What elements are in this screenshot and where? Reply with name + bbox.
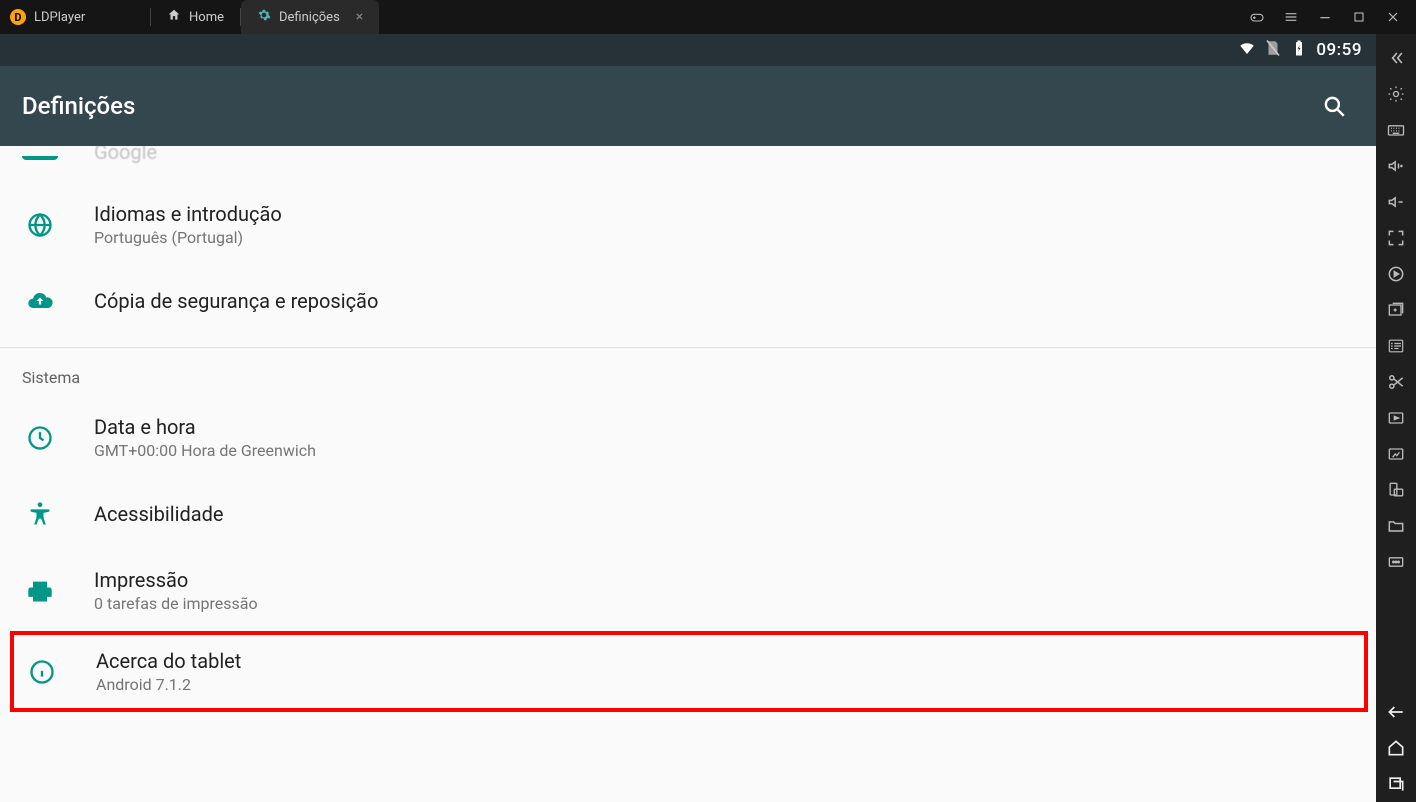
close-window-button[interactable] bbox=[1380, 4, 1406, 30]
app-brand: D LDPlayer bbox=[0, 0, 150, 34]
row-subtitle: GMT+00:00 Hora de Greenwich bbox=[94, 441, 316, 460]
maximize-button[interactable] bbox=[1346, 4, 1372, 30]
printer-icon bbox=[22, 573, 58, 609]
row-subtitle: 0 tarefas de impressão bbox=[94, 594, 258, 613]
home-icon bbox=[167, 8, 181, 26]
settings-row-datetime[interactable]: Data e hora GMT+00:00 Hora de Greenwich bbox=[0, 397, 1376, 478]
search-button[interactable] bbox=[1314, 86, 1354, 126]
no-sim-icon bbox=[1264, 39, 1282, 61]
accessibility-icon bbox=[22, 496, 58, 532]
wifi-icon bbox=[1238, 39, 1256, 61]
android-recents-button[interactable] bbox=[1376, 766, 1416, 802]
sync-icon[interactable] bbox=[1376, 256, 1416, 292]
more-icon[interactable] bbox=[1376, 544, 1416, 580]
shared-folder-icon[interactable] bbox=[1376, 508, 1416, 544]
row-title: Cópia de segurança e reposição bbox=[94, 289, 378, 313]
search-icon bbox=[1321, 93, 1347, 119]
info-icon bbox=[24, 654, 60, 690]
android-back-button[interactable] bbox=[1376, 694, 1416, 730]
row-title: Data e hora bbox=[94, 415, 316, 439]
tab-strip: Home Definições × bbox=[150, 0, 379, 34]
multi-instance-icon[interactable] bbox=[1376, 292, 1416, 328]
settings-row-google-partial[interactable]: Google bbox=[0, 146, 1376, 184]
row-title: Acessibilidade bbox=[94, 502, 224, 526]
rotate-icon[interactable] bbox=[1376, 472, 1416, 508]
settings-gear-icon[interactable] bbox=[1376, 76, 1416, 112]
android-screen: 09:59 Definições Google Idiomas e introd… bbox=[0, 34, 1376, 802]
row-subtitle: Português (Portugal) bbox=[94, 228, 282, 247]
row-title: Acerca do tablet bbox=[96, 649, 241, 673]
row-title: Impressão bbox=[94, 568, 258, 592]
window-controls bbox=[1234, 0, 1416, 34]
minimize-button[interactable] bbox=[1312, 4, 1338, 30]
screenshot-icon[interactable] bbox=[1376, 436, 1416, 472]
tab-home-label: Home bbox=[189, 10, 224, 25]
gear-icon bbox=[257, 8, 271, 26]
volume-up-icon[interactable] bbox=[1376, 148, 1416, 184]
settings-list[interactable]: Google Idiomas e introdução Português (P… bbox=[0, 146, 1376, 802]
apk-install-icon[interactable] bbox=[1376, 328, 1416, 364]
cloud-upload-icon bbox=[22, 283, 58, 319]
settings-appbar: Definições bbox=[0, 66, 1376, 146]
collapse-toolbar-icon[interactable] bbox=[1376, 40, 1416, 76]
settings-row-about-tablet[interactable]: Acerca do tablet Android 7.1.2 bbox=[14, 635, 1354, 708]
android-home-button[interactable] bbox=[1376, 730, 1416, 766]
scissors-icon[interactable] bbox=[1376, 364, 1416, 400]
tab-settings[interactable]: Definições × bbox=[241, 0, 379, 34]
android-status-bar: 09:59 bbox=[0, 34, 1376, 66]
close-tab-icon[interactable]: × bbox=[356, 9, 363, 25]
tab-settings-label: Definições bbox=[279, 10, 340, 25]
status-clock: 09:59 bbox=[1316, 40, 1362, 60]
divider bbox=[0, 347, 1376, 348]
battery-charging-icon bbox=[1290, 39, 1308, 61]
row-title: Idiomas e introdução bbox=[94, 202, 282, 226]
row-subtitle: Android 7.1.2 bbox=[96, 675, 241, 694]
gamepad-icon[interactable] bbox=[1244, 4, 1270, 30]
volume-down-icon[interactable] bbox=[1376, 184, 1416, 220]
fullscreen-icon[interactable] bbox=[1376, 220, 1416, 256]
settings-row-printing[interactable]: Impressão 0 tarefas de impressão bbox=[0, 550, 1376, 631]
page-title: Definições bbox=[22, 92, 135, 120]
video-record-icon[interactable] bbox=[1376, 400, 1416, 436]
menu-icon[interactable] bbox=[1278, 4, 1304, 30]
globe-icon bbox=[22, 207, 58, 243]
highlight-box: Acerca do tablet Android 7.1.2 bbox=[10, 631, 1368, 712]
clock-icon bbox=[22, 420, 58, 456]
tab-home[interactable]: Home bbox=[151, 0, 240, 34]
keyboard-icon[interactable] bbox=[1376, 112, 1416, 148]
app-name: LDPlayer bbox=[34, 10, 85, 25]
emulator-side-toolbar bbox=[1376, 34, 1416, 802]
settings-row-languages[interactable]: Idiomas e introdução Português (Portugal… bbox=[0, 184, 1376, 265]
titlebar: D LDPlayer Home Definições × bbox=[0, 0, 1416, 34]
ldplayer-logo-icon: D bbox=[10, 9, 26, 25]
settings-row-backup[interactable]: Cópia de segurança e reposição bbox=[0, 265, 1376, 337]
section-header-system: Sistema bbox=[0, 358, 1376, 397]
settings-row-accessibility[interactable]: Acessibilidade bbox=[0, 478, 1376, 550]
